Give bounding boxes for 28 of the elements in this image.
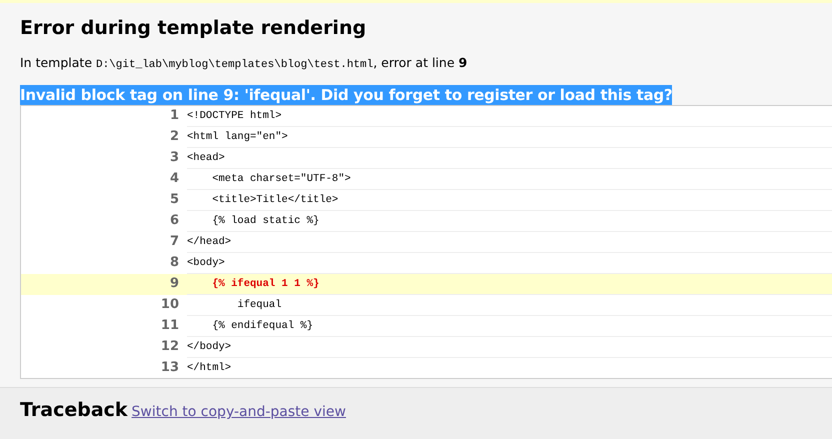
code-line: </body>	[187, 336, 832, 358]
code-line: ifequal	[187, 294, 832, 316]
line-number: 13	[20, 358, 187, 378]
line-number: 9	[20, 274, 187, 294]
line-number: 8	[20, 252, 187, 274]
line-number: 2	[20, 126, 187, 148]
code-line: {% load static %}	[187, 210, 832, 232]
code-line: </html>	[187, 358, 832, 378]
code-line: <!DOCTYPE html>	[187, 106, 832, 126]
line-number: 1	[20, 106, 187, 126]
line-number: 4	[20, 168, 187, 190]
traceback-heading: Traceback	[20, 399, 128, 421]
code-line: </head>	[187, 232, 832, 252]
code-line: <meta charset="UTF-8">	[187, 168, 832, 190]
copy-paste-view-link[interactable]: Switch to copy-and-paste view	[132, 404, 346, 420]
line-number: 7	[20, 232, 187, 252]
line-number: 11	[20, 316, 187, 336]
line-number: 10	[20, 294, 187, 316]
error-message: Invalid block tag on line 9: 'ifequal'. Did you forget to register or load this tag?	[20, 85, 672, 105]
code-line: <title>Title</title>	[187, 190, 832, 210]
code-line: <html lang="en">	[187, 126, 832, 148]
error-heading: Error during template rendering	[20, 16, 368, 41]
code-line: <head>	[187, 148, 832, 168]
code-line: {% endifequal %}	[187, 316, 832, 336]
line-number: 12	[20, 336, 187, 358]
line-number: 3	[20, 148, 187, 168]
line-number: 5	[20, 190, 187, 210]
line-number: 6	[20, 210, 187, 232]
